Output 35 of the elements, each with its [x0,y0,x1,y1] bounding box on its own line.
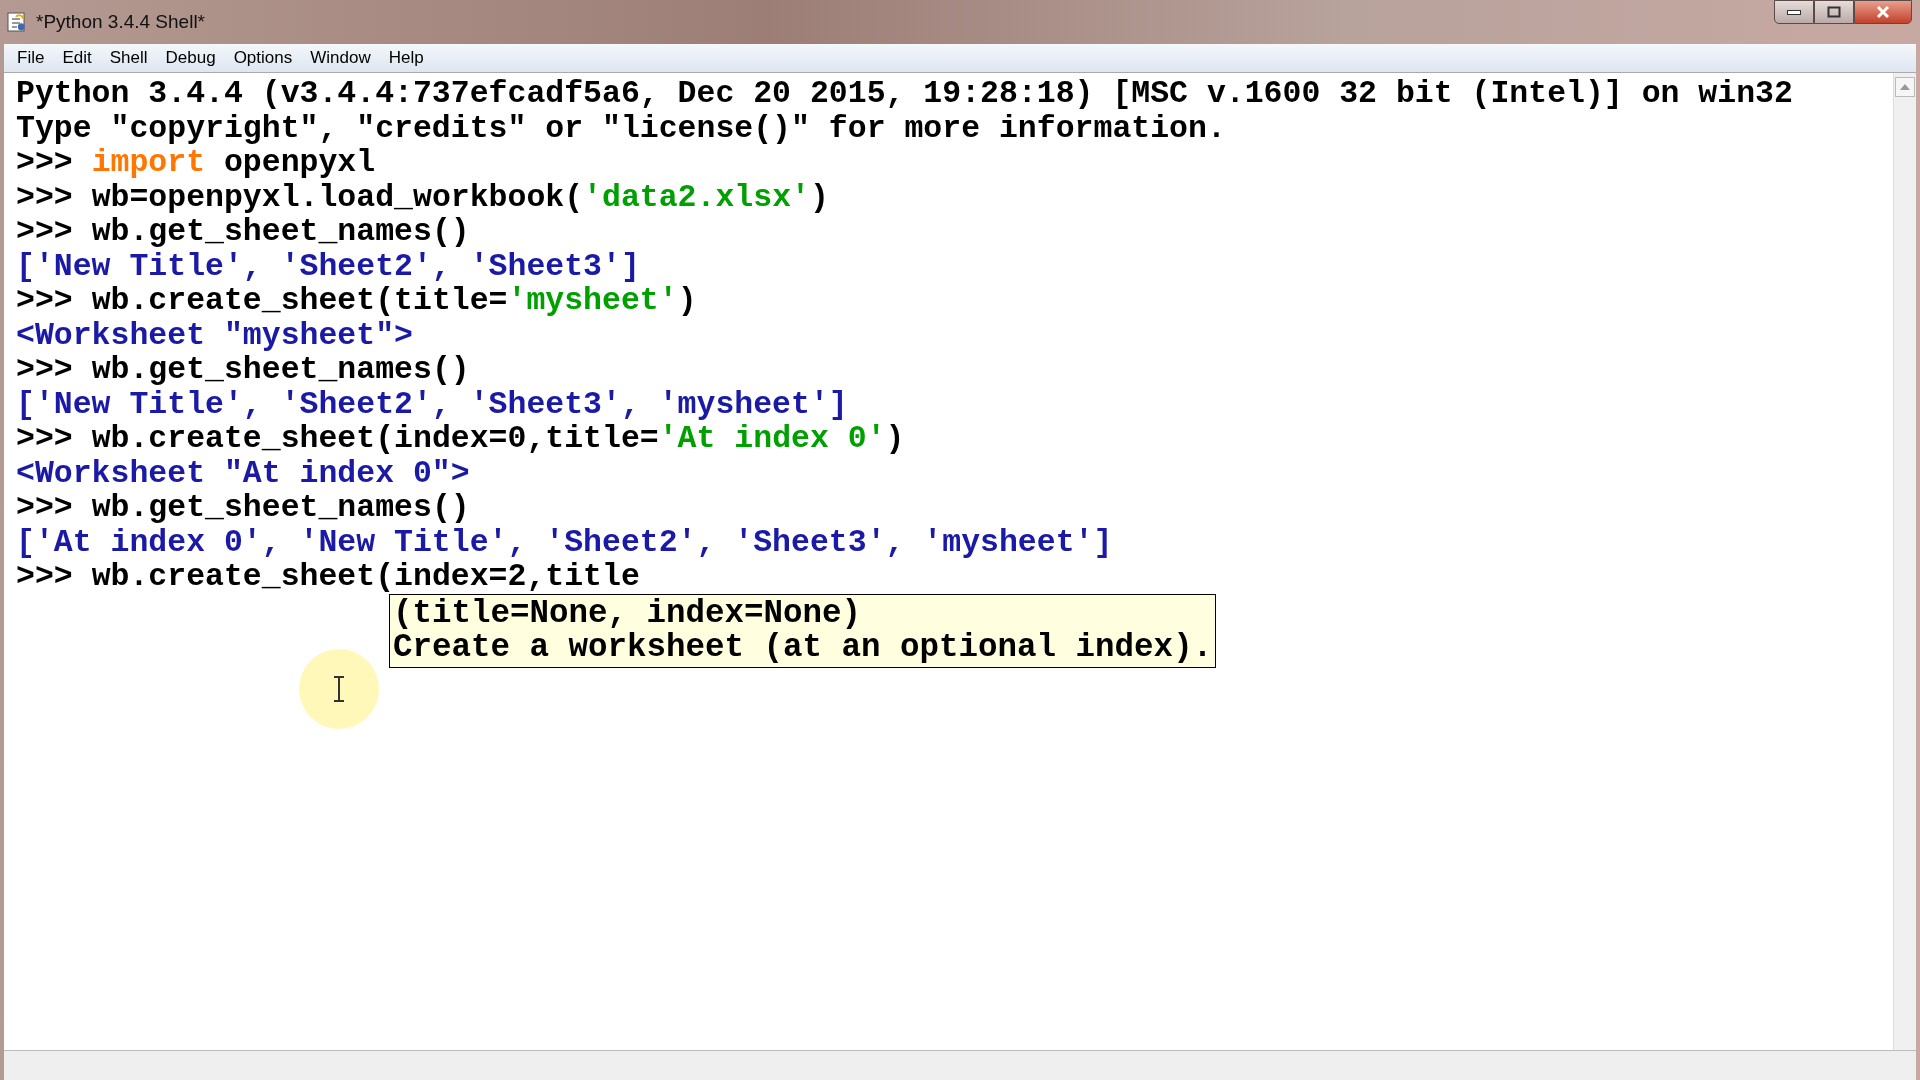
shell-line: >>> wb.create_sheet(title='mysheet') [16,284,697,319]
minimize-button[interactable] [1774,0,1814,24]
shell-line: >>> wb.create_sheet(index=2,title [16,560,640,595]
shell-line: >>> wb.get_sheet_names() [16,215,470,250]
menu-item[interactable]: Window [301,46,380,70]
menu-item[interactable]: Shell [100,46,157,70]
menu-item[interactable]: Help [379,46,433,70]
shell-line: >>> wb.create_sheet(index=0,title='At index 0') [16,422,905,457]
shell-line: ['At index 0', 'New Title', 'Sheet2', 'Sheet3', 'mysheet'] [16,525,1113,560]
calltip-line: Create a worksheet (at an optional index). [393,631,1213,665]
scroll-up-button[interactable] [1895,77,1915,97]
shell-line: Python 3.4.4 (v3.4.4:737efcadf5a6, Dec 20 2015, 19:28:18) [MSC v.1600 32 bit (Intel)] on win32 [16,77,1793,112]
menu-item[interactable]: Debug [156,46,225,70]
shell-line: >>> wb=openpyxl.load_workbook('data2.xlsx') [16,180,829,215]
close-icon [1875,5,1891,19]
minimize-icon [1787,9,1801,15]
shell-line: ['New Title', 'Sheet2', 'Sheet3'] [16,249,640,284]
shell-line: Type "copyright", "credits" or "license()" for more information. [16,111,1226,146]
shell-line: >>> wb.get_sheet_names() [16,353,470,388]
calltip-line: (title=None, index=None) [393,597,863,631]
close-button[interactable] [1854,0,1912,24]
maximize-button[interactable] [1814,0,1854,24]
shell-line: >>> import openpyxl [16,146,376,181]
shell-line: >>> wb.get_sheet_names() [16,491,470,526]
menu-item[interactable]: Edit [53,46,101,70]
shell-line: <Worksheet "At index 0"> [16,456,470,491]
menu-item[interactable]: Options [224,46,302,70]
shell-line: ['New Title', 'Sheet2', 'Sheet3', 'mysheet'] [16,387,848,422]
shell-line: <Worksheet "mysheet"> [16,318,413,353]
app-icon [6,11,28,33]
maximize-icon [1826,5,1842,19]
text-cursor-icon [299,649,379,729]
menu-item[interactable]: File [8,46,54,70]
window-title: *Python 3.4.4 Shell* [36,11,205,33]
up-arrow-icon [1900,84,1910,90]
